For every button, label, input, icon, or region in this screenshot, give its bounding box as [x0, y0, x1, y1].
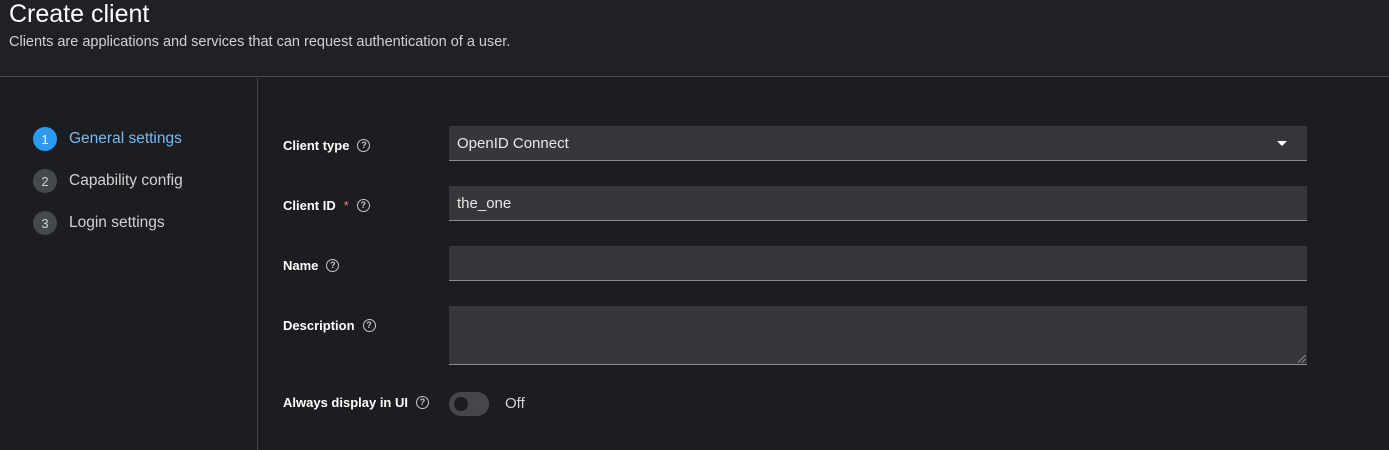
help-icon[interactable]: ?: [357, 139, 371, 152]
create-client-page: Create client Clients are applications a…: [0, 0, 1389, 450]
client-id-label: Client ID * ?: [283, 198, 370, 213]
name-input[interactable]: [449, 246, 1307, 281]
always-display-label: Always display in UI ?: [283, 395, 429, 410]
always-display-label-text: Always display in UI: [283, 395, 408, 410]
client-type-label: Client type ?: [283, 138, 371, 153]
step-number-badge: 3: [33, 211, 57, 235]
help-icon[interactable]: ?: [362, 319, 376, 332]
required-indicator: *: [343, 198, 349, 213]
help-icon[interactable]: ?: [416, 396, 429, 409]
client-type-value: OpenID Connect: [457, 134, 569, 152]
wizard-step-capability-config[interactable]: 2 Capability config: [33, 169, 183, 193]
client-id-input[interactable]: the_one: [449, 186, 1307, 221]
client-id-label-text: Client ID: [283, 198, 336, 213]
name-label: Name ?: [283, 258, 340, 273]
client-type-label-text: Client type: [283, 138, 350, 153]
toggle-knob: [454, 397, 468, 411]
caret-down-icon: [1277, 141, 1287, 146]
step-number-badge: 1: [33, 127, 57, 151]
description-label: Description ?: [283, 318, 376, 333]
client-id-value: the_one: [457, 194, 512, 212]
wizard-step-general-settings[interactable]: 1 General settings: [33, 127, 182, 151]
step-number-badge: 2: [33, 169, 57, 193]
client-type-select[interactable]: OpenID Connect: [449, 126, 1307, 161]
wizard-step-login-settings[interactable]: 3 Login settings: [33, 211, 165, 235]
page-subtitle: Clients are applications and services th…: [9, 34, 511, 50]
step-label: Capability config: [69, 172, 183, 189]
resize-grip-icon[interactable]: [1297, 354, 1306, 363]
help-icon[interactable]: ?: [326, 259, 340, 272]
description-textarea[interactable]: [449, 306, 1307, 365]
page-title: Create client: [9, 0, 150, 28]
description-label-text: Description: [283, 318, 355, 333]
always-display-toggle[interactable]: [449, 392, 489, 416]
page-header: Create client Clients are applications a…: [0, 0, 1389, 77]
name-label-text: Name: [283, 258, 319, 273]
help-icon[interactable]: ?: [356, 199, 370, 212]
step-label: General settings: [69, 130, 182, 147]
step-label: Login settings: [69, 214, 165, 231]
toggle-state-text: Off: [505, 395, 525, 412]
